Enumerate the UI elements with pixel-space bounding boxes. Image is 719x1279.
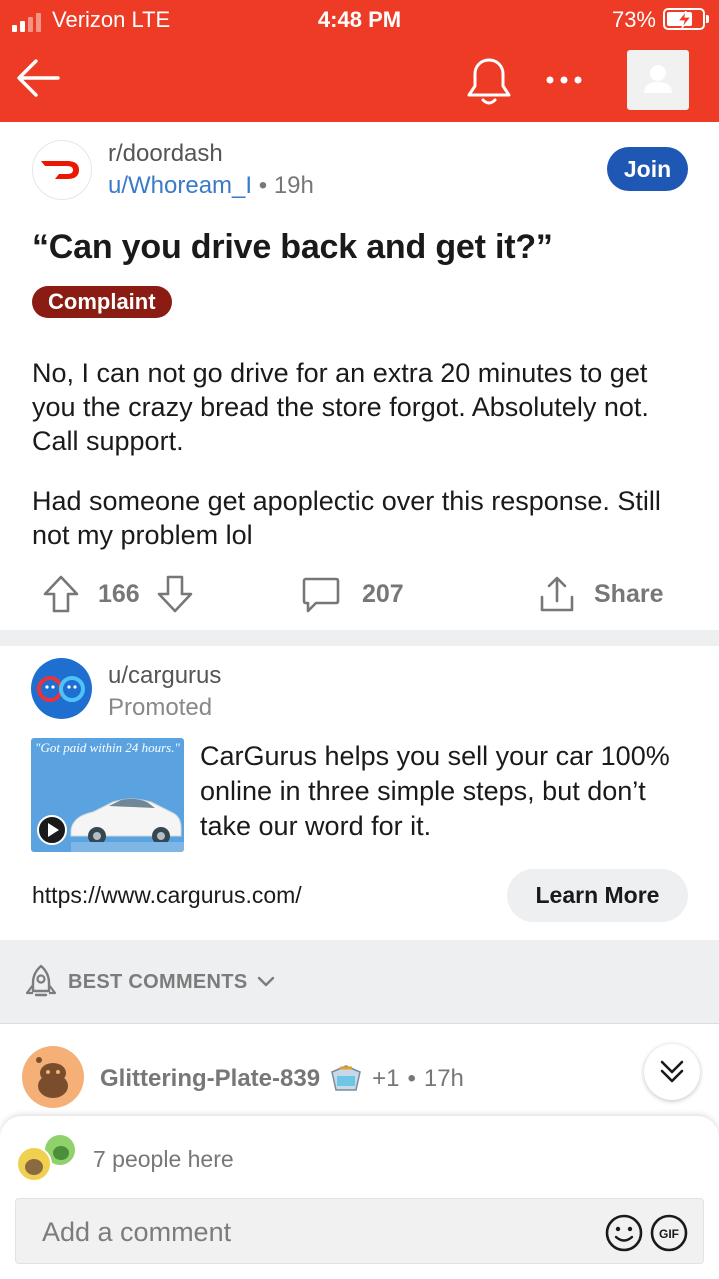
post-body: No, I can not go drive for an extra 20 m… (32, 356, 692, 578)
award-icon[interactable] (328, 1064, 364, 1094)
post-title[interactable]: “Can you drive back and get it?” (32, 228, 553, 267)
more-horizontal-icon (546, 76, 582, 84)
battery-percent: 73% (611, 7, 656, 32)
back-button[interactable] (12, 52, 64, 104)
meta-separator: • (407, 1065, 416, 1092)
user-avatar-button[interactable] (627, 50, 689, 110)
post-card: r/doordash u/Whoream_I • 19h Join “Can y… (0, 122, 719, 630)
emoji-icon (605, 1214, 643, 1252)
comment-composer: 7 people here Add a comment GIF (0, 1116, 719, 1279)
cargurus-logo-icon (37, 676, 85, 702)
post-actions: 166 207 Share (0, 568, 719, 618)
divider (0, 630, 719, 646)
comment-author[interactable]: Glittering-Plate-839 (100, 1065, 320, 1093)
share-icon (540, 576, 574, 612)
emoji-button[interactable] (604, 1213, 644, 1253)
add-comment-input[interactable]: Add a comment GIF (15, 1198, 704, 1264)
post-body-paragraph: No, I can not go drive for an extra 20 m… (32, 358, 649, 456)
ad-video-thumbnail[interactable]: "Got paid within 24 hours." (31, 738, 184, 852)
comment[interactable]: Glittering-Plate-839 +1 • 17h (0, 1024, 719, 1119)
arrow-left-icon (17, 59, 60, 97)
people-icon (16, 1135, 75, 1182)
svg-text:GIF: GIF (659, 1227, 679, 1241)
bell-icon (467, 58, 511, 105)
subreddit-icon[interactable] (32, 140, 92, 200)
post-author[interactable]: u/Whoream_I (108, 172, 252, 199)
upvote-icon[interactable] (40, 573, 82, 615)
chevron-down-icon (258, 976, 275, 987)
learn-more-button[interactable]: Learn More (507, 869, 688, 922)
share-button[interactable]: Share (536, 573, 663, 615)
charging-bolt-icon (676, 11, 693, 28)
double-chevron-down-icon (660, 1060, 684, 1083)
notifications-button[interactable] (462, 56, 516, 108)
subreddit-name[interactable]: r/doordash (108, 140, 223, 168)
meta-separator: • (258, 172, 274, 199)
share-label: Share (594, 579, 664, 608)
comment-bubble-icon (302, 577, 340, 613)
user-avatar-icon (644, 65, 672, 93)
join-button[interactable]: Join (607, 147, 688, 191)
rocket-icon (25, 964, 57, 997)
people-here-label: 7 people here (93, 1146, 234, 1172)
battery-icon (663, 8, 709, 30)
people-avatars (16, 1134, 78, 1182)
comment-score: +1 (372, 1065, 400, 1092)
comment-count: 207 (362, 579, 404, 608)
avatar[interactable] (22, 1046, 84, 1108)
promoted-label: Promoted (108, 694, 213, 721)
app-header: Verizon LTE 4:48 PM 73% (0, 0, 719, 122)
jump-to-next-button[interactable] (644, 1044, 700, 1100)
advertiser-logo-icon[interactable] (31, 658, 92, 719)
post-body-paragraph: Had someone get apoplectic over this res… (32, 486, 661, 550)
comment-meta: Glittering-Plate-839 +1 • 17h (100, 1064, 464, 1094)
promoted-post[interactable]: u/cargurus Promoted "Got paid within 24 … (0, 646, 719, 940)
ad-text: CarGurus helps you sell your car 100% on… (200, 741, 670, 841)
ad-url[interactable]: https://www.cargurus.com/ (32, 882, 302, 909)
status-bar: Verizon LTE 4:48 PM 73% (0, 0, 719, 40)
post-meta: u/Whoream_I • 19h (108, 172, 314, 200)
post-age: 19h (273, 172, 314, 199)
comment-age: 17h (423, 1065, 464, 1092)
vote-count: 166 (98, 579, 140, 608)
more-options-button[interactable] (540, 62, 588, 98)
comments-button[interactable]: 207 (300, 573, 404, 615)
play-icon (37, 815, 67, 845)
snoo-avatar-icon (36, 1057, 68, 1098)
comments-header: BEST COMMENTS (0, 940, 719, 1024)
doordash-logo-icon (41, 161, 79, 179)
gif-button[interactable]: GIF (649, 1213, 689, 1253)
vote-group: 166 (40, 573, 196, 615)
post-flair[interactable]: Complaint (32, 286, 172, 318)
comment-sort-button[interactable]: BEST COMMENTS (22, 960, 277, 1004)
comment-placeholder: Add a comment (42, 1217, 232, 1247)
advertiser-name[interactable]: u/cargurus (108, 662, 221, 690)
downvote-icon[interactable] (154, 573, 196, 615)
comment-sort-label: BEST COMMENTS (68, 970, 248, 993)
gif-icon: GIF (650, 1214, 688, 1252)
